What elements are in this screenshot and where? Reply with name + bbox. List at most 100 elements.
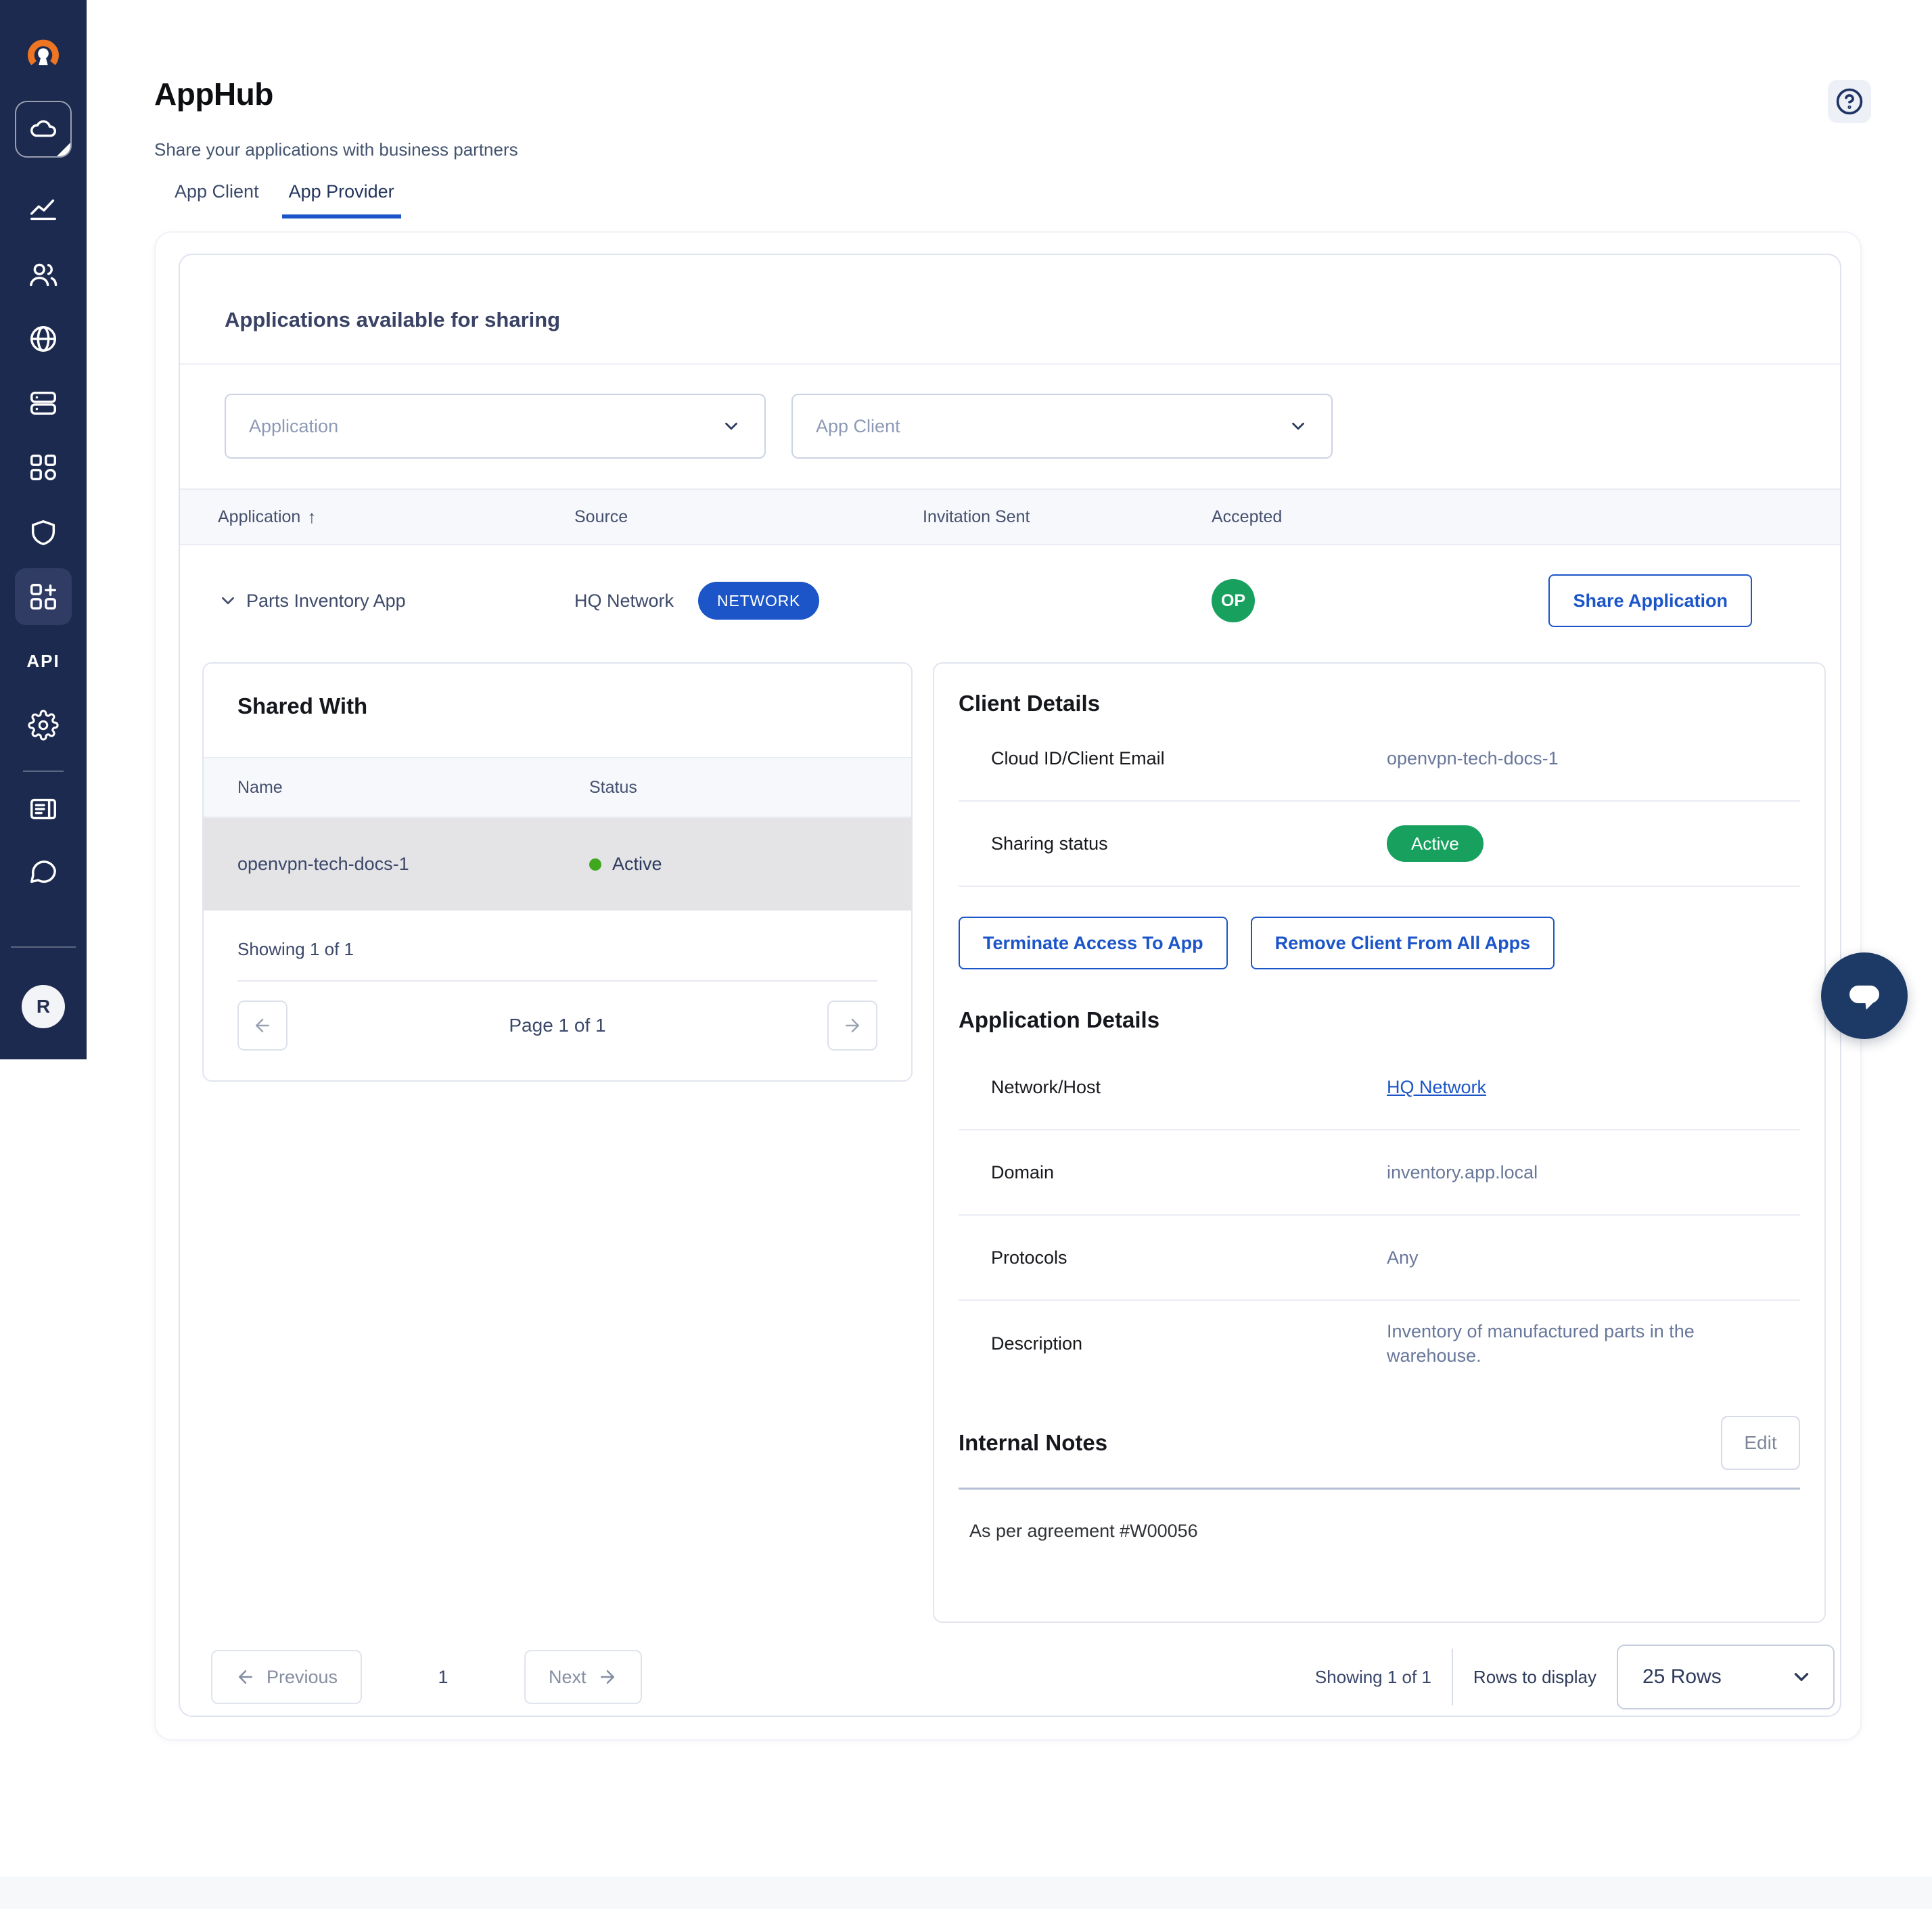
accepted-cell: OP	[1212, 579, 1543, 622]
application-name: Parts Inventory App	[246, 590, 406, 611]
app-client-filter-placeholder: App Client	[816, 415, 900, 436]
client-details-card: Client Details Cloud ID/Client Email ope…	[933, 662, 1826, 1623]
source-name: HQ Network	[574, 590, 674, 611]
client-details-title: Client Details	[959, 691, 1101, 716]
terminate-access-button[interactable]: Terminate Access To App	[959, 917, 1228, 969]
sidebar-divider	[23, 770, 64, 772]
user-avatar[interactable]: R	[22, 985, 65, 1028]
field-label: Domain	[991, 1162, 1055, 1182]
sidebar-item-applications[interactable]	[15, 439, 72, 496]
field-row-sharing-status: Sharing status Active	[959, 802, 1800, 887]
field-label: Description	[991, 1333, 1083, 1354]
help-button[interactable]	[1828, 80, 1871, 123]
chat-widget-button[interactable]	[1821, 952, 1908, 1039]
applications-table-header: Application ↑ Source Invitation Sent Acc…	[180, 488, 1840, 545]
shared-with-card: Shared With Name Status openvpn-tech-doc…	[202, 662, 913, 1082]
page-subtitle: Share your applications with business pa…	[154, 139, 518, 160]
tab-app-provider[interactable]: App Provider	[281, 181, 401, 218]
divider	[237, 980, 877, 982]
field-row-domain: Domain inventory.app.local	[959, 1130, 1800, 1216]
previous-page-button[interactable]	[237, 1001, 288, 1051]
sidebar-item-users[interactable]	[15, 246, 72, 303]
sidebar-divider	[11, 946, 76, 948]
internal-notes-title: Internal Notes	[959, 1430, 1108, 1455]
footer-rows-controls: Showing 1 of 1 Rows to display 25 Rows	[1315, 1644, 1835, 1709]
column-application[interactable]: Application ↑	[218, 507, 574, 528]
arrow-right-icon	[600, 1670, 614, 1684]
application-filter-placeholder: Application	[249, 415, 339, 436]
share-application-button[interactable]: Share Application	[1548, 574, 1752, 627]
rows-to-display-label: Rows to display	[1473, 1666, 1596, 1687]
shared-with-row[interactable]: openvpn-tech-docs-1 Active	[204, 818, 911, 911]
sidebar-item-insights[interactable]	[15, 181, 72, 238]
client-actions: Terminate Access To App Remove Client Fr…	[959, 917, 1800, 969]
shared-with-title: Shared With	[237, 693, 368, 718]
client-name: openvpn-tech-docs-1	[237, 854, 409, 874]
previous-button[interactable]: Previous	[211, 1650, 363, 1704]
column-invitation-sent: Invitation Sent	[923, 507, 1030, 526]
applications-sharing-card: Applications available for sharing Appli…	[179, 254, 1841, 1717]
sidebar-item-hosts[interactable]	[15, 375, 72, 432]
remove-client-button[interactable]: Remove Client From All Apps	[1250, 917, 1555, 969]
sharing-card-title: Applications available for sharing	[225, 308, 561, 331]
page: API R AppHub Share your applications wit…	[0, 0, 1932, 1909]
column-accepted: Accepted	[1212, 507, 1283, 526]
field-value: Inventory of manufactured parts in the w…	[1387, 1320, 1695, 1366]
field-value: inventory.app.local	[1387, 1162, 1538, 1182]
sidebar-item-networks[interactable]	[15, 310, 72, 367]
arrow-left-icon	[256, 1019, 269, 1032]
field-label: Cloud ID/Client Email	[991, 748, 1165, 768]
page-number[interactable]: 1	[430, 1667, 457, 1688]
page-indicator: Page 1 of 1	[509, 1015, 606, 1036]
sidebar-item-cloud[interactable]	[15, 101, 72, 158]
page-title: AppHub	[154, 76, 273, 112]
application-filter-select[interactable]: Application	[225, 394, 766, 459]
chevron-down-icon	[1794, 1673, 1809, 1681]
next-button[interactable]: Next	[524, 1650, 642, 1704]
chat-bubble-icon	[1849, 985, 1879, 1010]
api-label: API	[26, 650, 60, 671]
network-link[interactable]: HQ Network	[1387, 1077, 1486, 1098]
chevron-down-icon	[1292, 422, 1304, 430]
internal-note-text: As per agreement #W00056	[969, 1521, 1198, 1541]
shared-with-pagination: Page 1 of 1	[237, 1001, 877, 1051]
app-client-filter-select[interactable]: App Client	[791, 394, 1333, 459]
sidebar-item-api[interactable]: API	[15, 632, 72, 689]
arrow-left-icon	[239, 1670, 252, 1684]
tab-app-client[interactable]: App Client	[175, 181, 259, 218]
sidebar-item-settings[interactable]	[15, 697, 72, 754]
cloud-corner-flag	[56, 142, 70, 156]
field-label: Network/Host	[991, 1076, 1101, 1097]
sidebar: API R	[0, 0, 87, 1059]
source-cell: HQ Network NETWORK	[574, 582, 923, 620]
filters-row: Application App Client	[225, 394, 1333, 459]
sort-ascending-icon: ↑	[307, 506, 317, 527]
field-row-network-host: Network/Host HQ Network	[959, 1045, 1800, 1130]
sidebar-item-support-chat[interactable]	[15, 843, 72, 900]
next-page-button[interactable]	[827, 1001, 877, 1051]
edit-notes-button[interactable]: Edit	[1721, 1416, 1800, 1470]
sidebar-item-shield[interactable]	[15, 504, 72, 561]
chevron-expanded-icon	[222, 597, 234, 605]
field-label: Protocols	[991, 1247, 1067, 1268]
field-value: openvpn-tech-docs-1	[1387, 748, 1559, 768]
accepted-op-badge: OP	[1212, 579, 1255, 622]
network-badge: NETWORK	[698, 582, 820, 620]
internal-notes-header: Internal Notes Edit	[959, 1416, 1800, 1470]
apphub-provider-panel: Applications available for sharing Appli…	[154, 231, 1862, 1741]
field-label: Sharing status	[991, 833, 1108, 854]
avatar-initial: R	[36, 996, 51, 1017]
rows-per-page-select[interactable]: 25 Rows	[1617, 1644, 1835, 1709]
sidebar-item-news[interactable]	[15, 781, 72, 837]
showing-count: Showing 1 of 1	[1314, 1666, 1431, 1687]
column-status: Status	[589, 777, 637, 797]
application-row-expander[interactable]: Parts Inventory App	[218, 591, 574, 612]
field-row-description: Description Inventory of manufactured pa…	[959, 1301, 1800, 1386]
footer-pagination: Previous 1 Next	[211, 1650, 642, 1704]
application-table-row: Parts Inventory App HQ Network NETWORK O…	[180, 545, 1840, 656]
sidebar-item-apphub[interactable]	[15, 568, 72, 625]
table-footer: Previous 1 Next Showing 1 of 1 Rows to d…	[211, 1643, 1835, 1711]
field-row-cloud-id: Cloud ID/Client Email openvpn-tech-docs-…	[959, 716, 1800, 802]
active-status-badge: Active	[1387, 825, 1484, 862]
question-circle-icon	[1836, 88, 1863, 115]
